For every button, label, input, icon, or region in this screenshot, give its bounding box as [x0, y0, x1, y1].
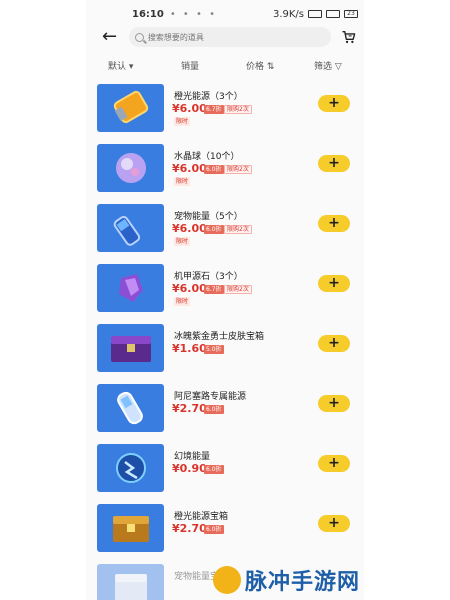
- crystal-ball-icon: [97, 144, 164, 192]
- product-name: 机甲源石（3个）: [174, 272, 243, 282]
- product-name: 幻境能量: [174, 452, 211, 462]
- purchase-limit-badge: 限购2次: [224, 225, 252, 234]
- purchase-limit-badge: 限购2次: [224, 165, 252, 174]
- signal-icon: [308, 10, 322, 18]
- filter-tab[interactable]: 筛选 ▽: [314, 59, 342, 72]
- sort-price-tab[interactable]: 价格 ⇅: [246, 59, 274, 72]
- wifi-icon: [326, 10, 340, 18]
- product-price: ¥2.70: [172, 522, 207, 535]
- purchase-limit-badge: 限购2次: [224, 105, 252, 114]
- status-right: 3.9K/s 23: [273, 9, 358, 20]
- sort-sales-tab[interactable]: 销量: [181, 59, 199, 72]
- pet-energy-chest-icon: [97, 564, 164, 600]
- watermark-logo-icon: [212, 566, 241, 594]
- add-to-cart-button[interactable]: +: [318, 395, 350, 412]
- discount-badge: 6.0折: [204, 465, 224, 474]
- exclusive-energy-icon: [97, 384, 164, 432]
- product-price: ¥6.00: [172, 162, 207, 175]
- discount-badge: 5.0折: [204, 345, 224, 354]
- status-bar: 16:10 • • • • 3.9K/s 23: [86, 0, 364, 28]
- product-name: 冰魄紫金勇士皮肤宝箱: [174, 332, 265, 342]
- treasure-chest-icon: [97, 324, 164, 372]
- limited-time-badge: 限时: [174, 117, 191, 126]
- add-to-cart-button[interactable]: +: [318, 155, 350, 172]
- notification-dots: • • • •: [169, 8, 217, 20]
- status-time: 16:10: [132, 8, 164, 20]
- top-bar: ←: [86, 26, 364, 48]
- add-to-cart-button[interactable]: +: [318, 275, 350, 292]
- discount-badge: 6.0折: [204, 225, 224, 234]
- product-row[interactable]: 橙光能源（3个） ¥6.00 6.7折 限购2次限时 +: [86, 84, 364, 144]
- product-name: 橙光能源宝箱: [174, 512, 229, 522]
- limited-time-badge: 限时: [174, 297, 191, 306]
- product-row[interactable]: 阿尼塞路专属能源 ¥2.70 6.0折 +: [86, 384, 364, 444]
- back-arrow-icon[interactable]: ←: [102, 27, 119, 47]
- orange-energy-icon: [97, 84, 164, 132]
- product-name: 阿尼塞路专属能源: [174, 392, 247, 402]
- search-bar[interactable]: [128, 27, 331, 47]
- product-row[interactable]: 水晶球（10个） ¥6.00 6.0折 限购2次限时 +: [86, 144, 364, 204]
- mecha-stone-icon: [97, 264, 164, 312]
- add-to-cart-button[interactable]: +: [318, 215, 350, 232]
- product-name: 橙光能源（3个）: [174, 92, 243, 102]
- product-row[interactable]: 冰魄紫金勇士皮肤宝箱 ¥1.60 5.0折 +: [86, 324, 364, 384]
- limited-time-badge: 限时: [174, 237, 191, 246]
- energy-chest-icon: [97, 504, 164, 552]
- product-price: ¥0.90: [172, 462, 207, 475]
- product-price: ¥2.70: [172, 402, 207, 415]
- discount-badge: 6.0折: [204, 405, 224, 414]
- app-frame: 16:10 • • • • 3.9K/s 23 ← 默认 ▾ 销量 价格 ⇅ 筛…: [86, 0, 364, 600]
- product-name: 水晶球（10个）: [174, 152, 240, 162]
- search-input[interactable]: [147, 32, 318, 42]
- limited-time-badge: 限时: [174, 177, 191, 186]
- search-icon: [134, 32, 144, 42]
- discount-badge: 6.0折: [204, 165, 224, 174]
- watermark-text: 脉冲手游网: [244, 570, 360, 595]
- discount-badge: 6.7折: [204, 105, 224, 114]
- product-row[interactable]: 幻境能量 ¥0.90 6.0折 +: [86, 444, 364, 504]
- product-price: ¥6.00: [172, 102, 207, 115]
- product-row[interactable]: 橙光能源宝箱 ¥2.70 6.0折 +: [86, 504, 364, 564]
- discount-badge: 6.0折: [204, 525, 224, 534]
- shopping-cart-icon[interactable]: [341, 28, 356, 46]
- sort-default-tab[interactable]: 默认 ▾: [108, 59, 133, 72]
- product-row[interactable]: 机甲源石（3个） ¥6.00 6.7折 限购2次限时 +: [86, 264, 364, 324]
- watermark: 脉冲手游网: [212, 564, 360, 596]
- pet-energy-icon: [97, 204, 164, 252]
- sort-bar: 默认 ▾ 销量 价格 ⇅ 筛选 ▽: [86, 57, 364, 75]
- add-to-cart-button[interactable]: +: [318, 335, 350, 352]
- product-price: ¥6.00: [172, 282, 207, 295]
- add-to-cart-button[interactable]: +: [318, 515, 350, 532]
- network-speed: 3.9K/s: [272, 8, 304, 20]
- illusion-energy-icon: [97, 444, 164, 492]
- purchase-limit-badge: 限购2次: [224, 285, 252, 294]
- add-to-cart-button[interactable]: +: [318, 455, 350, 472]
- product-name: 宠物能量（5个）: [174, 212, 243, 222]
- product-price: ¥6.00: [172, 222, 207, 235]
- discount-badge: 6.7折: [204, 285, 224, 294]
- product-price: ¥1.60: [172, 342, 207, 355]
- product-row[interactable]: 宠物能量（5个） ¥6.00 6.0折 限购2次限时 +: [86, 204, 364, 264]
- add-to-cart-button[interactable]: +: [318, 95, 350, 112]
- battery-icon: 23: [344, 10, 358, 18]
